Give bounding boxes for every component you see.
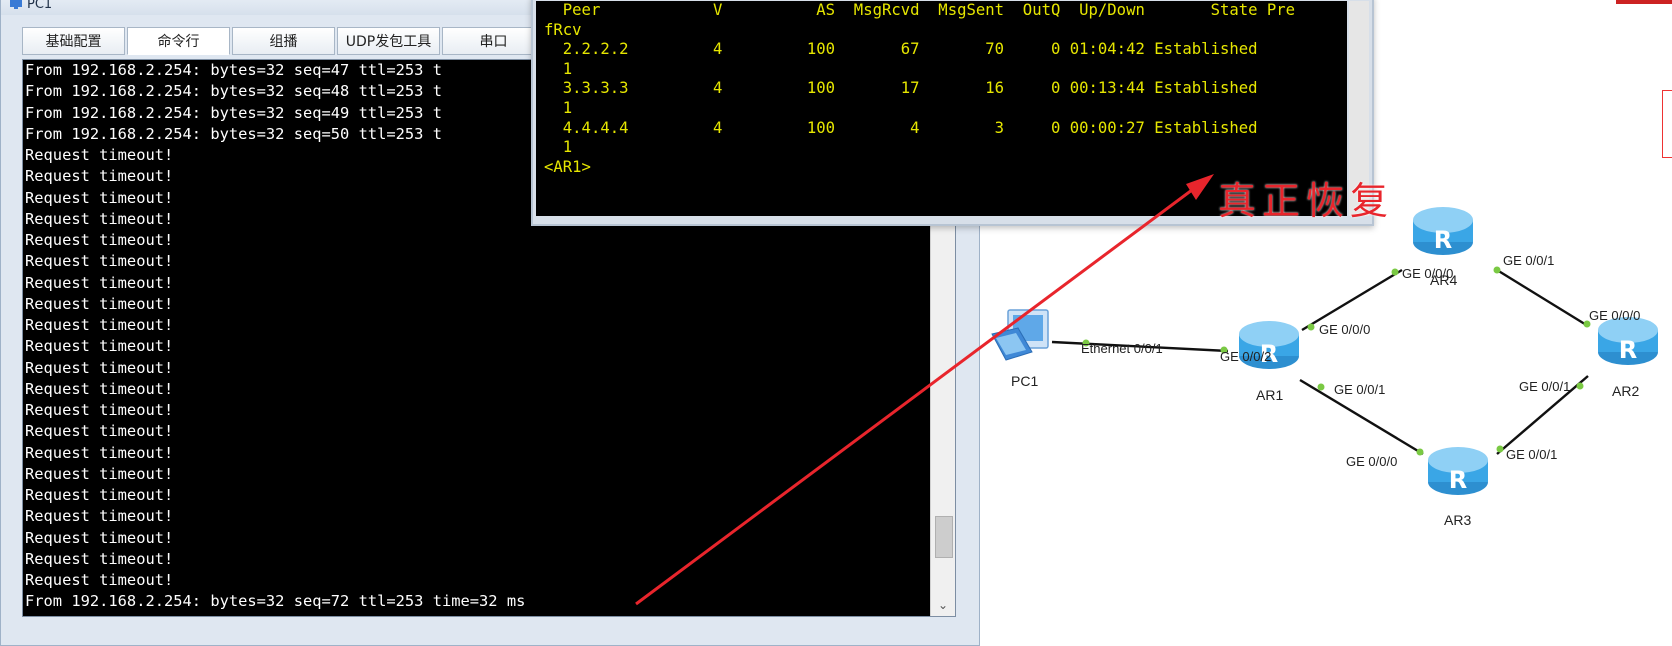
device-label-ar2: AR2 <box>1612 383 1640 399</box>
svg-text:R: R <box>1619 336 1637 364</box>
svg-text:R: R <box>1449 466 1467 494</box>
port-dots <box>1082 266 1591 456</box>
device-label-ar1: AR1 <box>1256 387 1284 403</box>
port-label: GE 0/0/2 <box>1220 349 1272 364</box>
annotation-text: 真正恢复 <box>1218 179 1395 223</box>
offscreen-window-edge <box>1662 90 1672 158</box>
svg-text:R: R <box>1434 226 1452 254</box>
router-icon[interactable]: R <box>1413 207 1473 255</box>
port-label: Ethernet 0/0/1 <box>1081 341 1163 356</box>
device-label-pc1: PC1 <box>1011 373 1039 389</box>
annotation-arrow <box>635 174 1214 606</box>
offscreen-window-edge <box>1616 0 1672 4</box>
topology-canvas: R R R R <box>635 174 1658 606</box>
port-label: GE 0/0/1 <box>1519 379 1571 394</box>
device-label-ar4: AR4 <box>1430 272 1458 288</box>
link-ar1-ar4[interactable] <box>1301 268 1403 332</box>
port-label: GE 0/0/0 <box>1319 322 1371 337</box>
port-label: GE 0/0/0 <box>1589 308 1641 323</box>
port-label: GE 0/0/1 <box>1334 382 1386 397</box>
port-label: GE 0/0/1 <box>1503 253 1555 268</box>
link-ar4-ar2[interactable] <box>1496 268 1589 328</box>
device-label-ar3: AR3 <box>1444 512 1472 528</box>
port-label: GE 0/0/1 <box>1506 447 1558 462</box>
port-label: GE 0/0/0 <box>1346 454 1398 469</box>
router-icon[interactable]: R <box>1428 447 1488 495</box>
router-icon[interactable]: R <box>1598 317 1658 365</box>
